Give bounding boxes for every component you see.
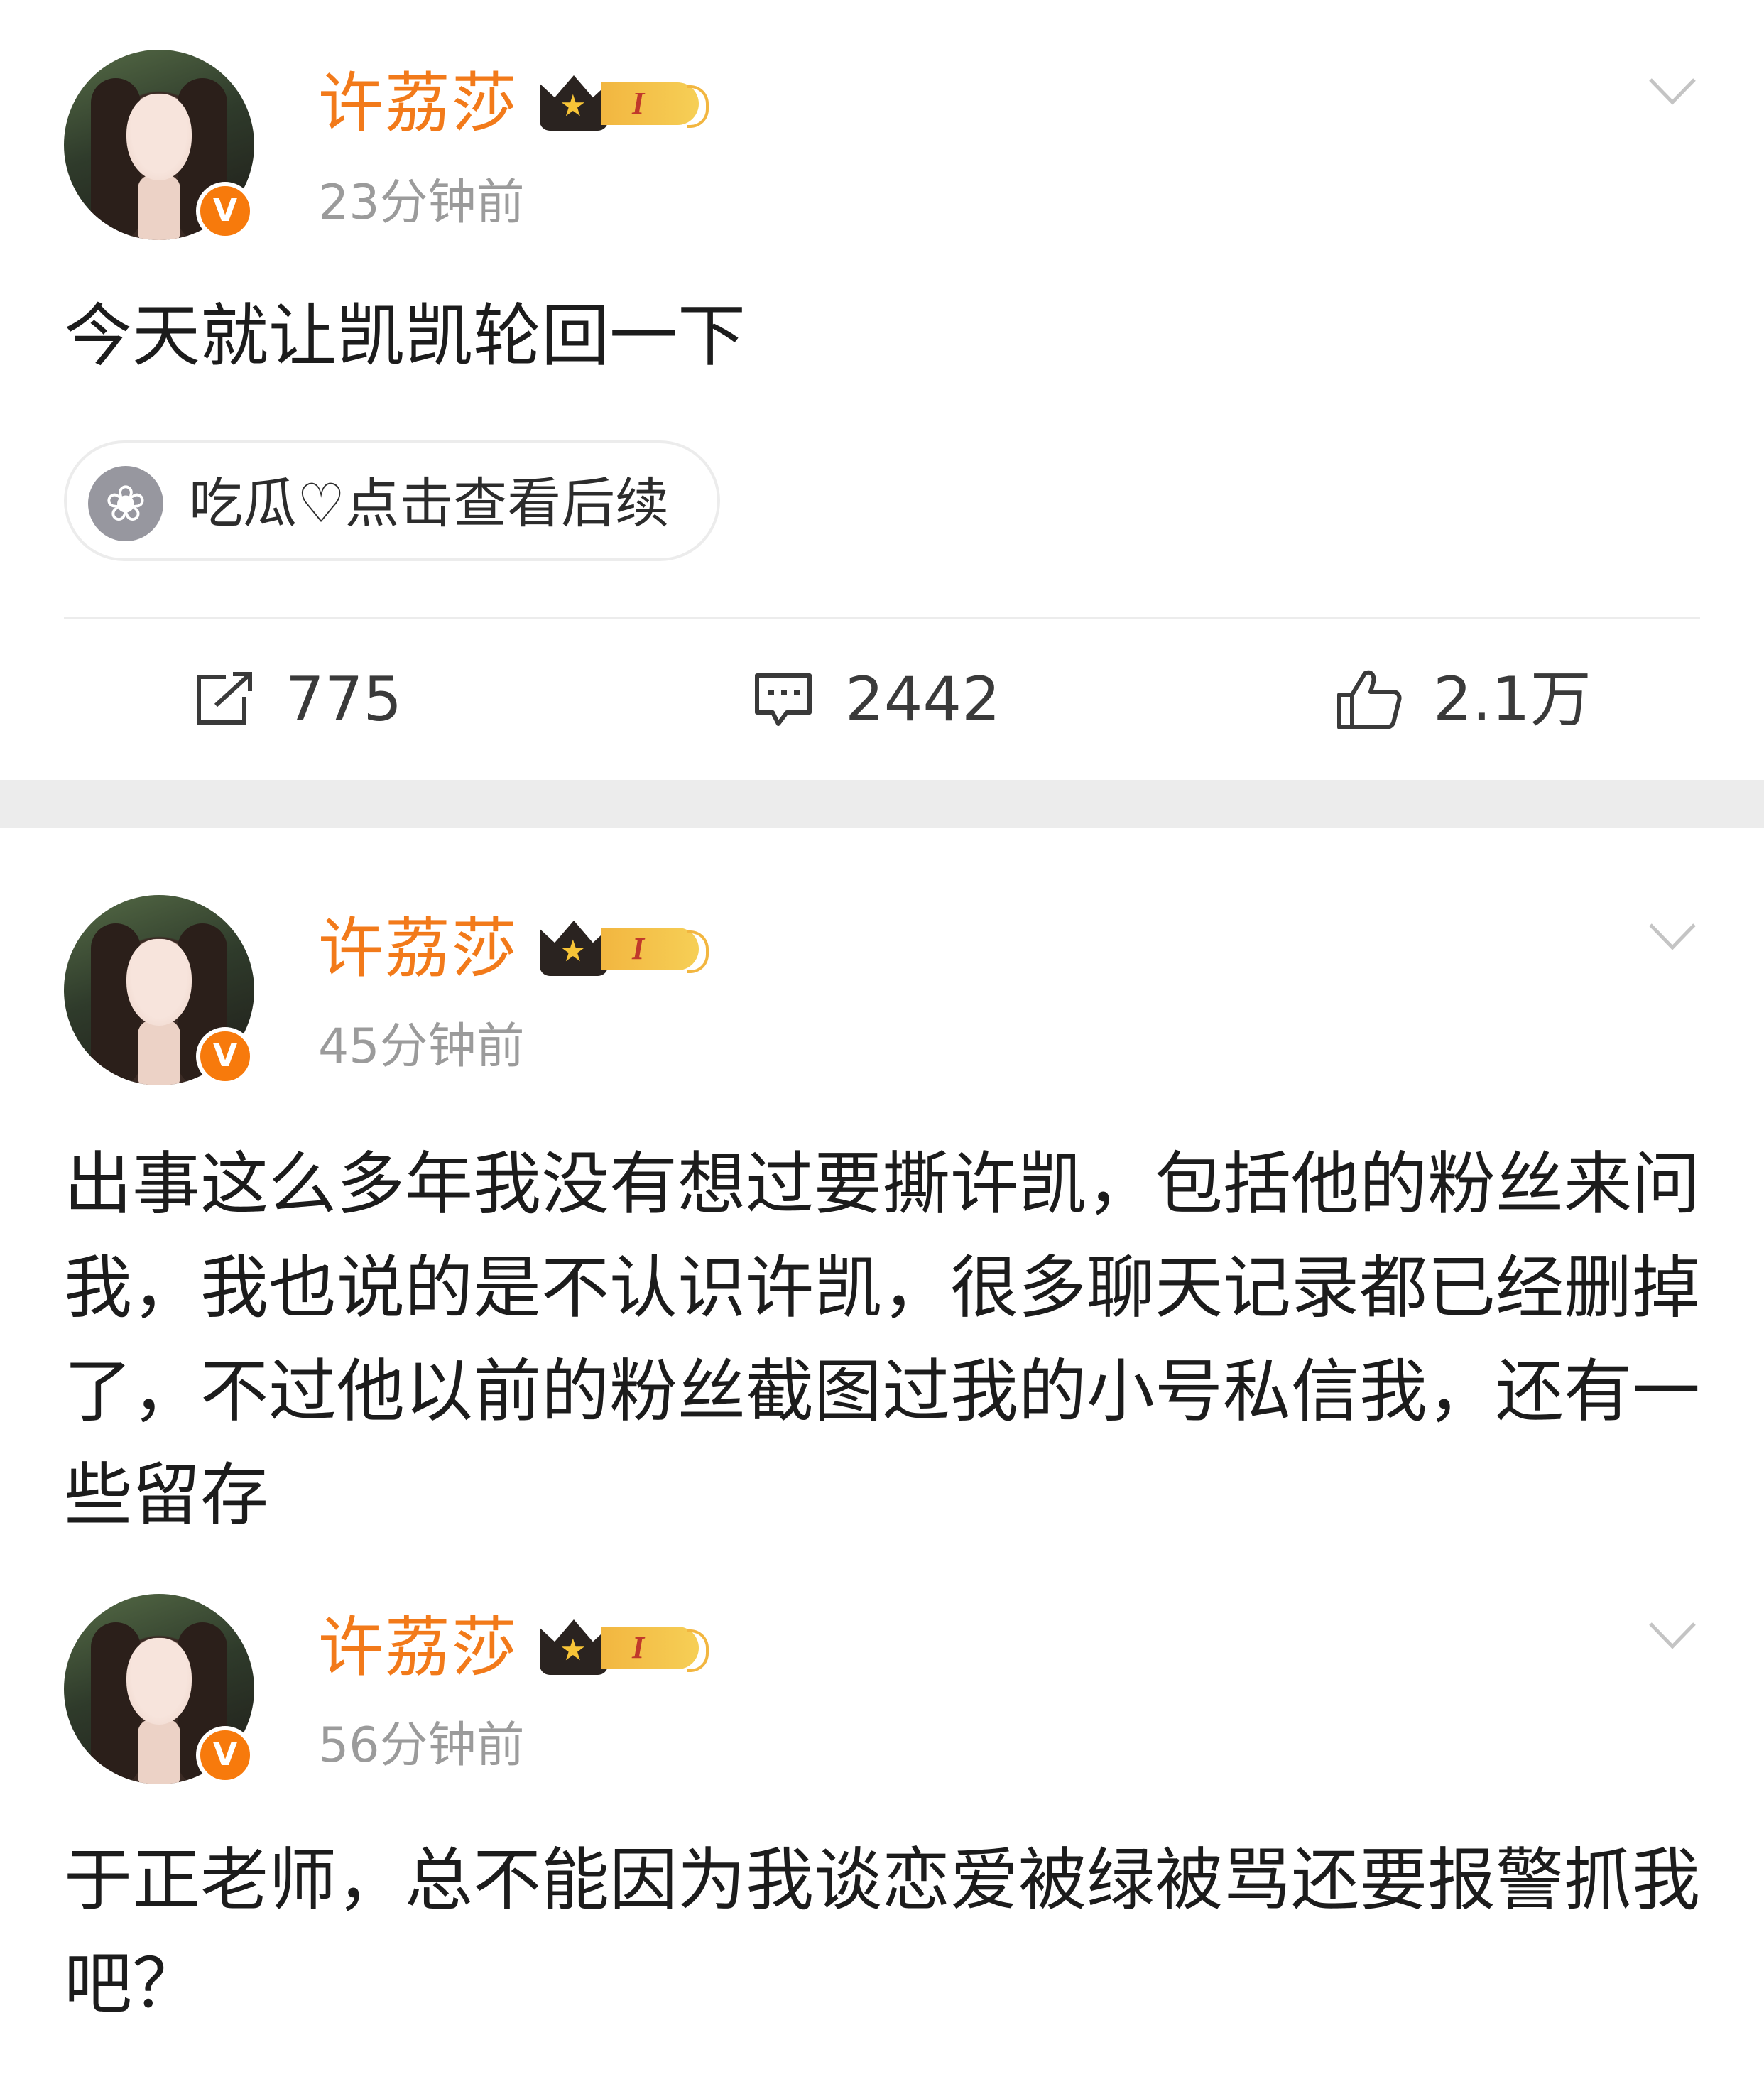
post-card: V 许荔莎 I 45分钟前 出事这么多年我没有想过要撕许凯，包括他的粉丝来问我，… <box>0 828 1764 1546</box>
member-level-label: I <box>601 82 709 128</box>
comment-icon <box>755 673 812 726</box>
verified-badge-icon: V <box>196 1027 254 1085</box>
topic-flower-icon: ❀ <box>88 466 163 541</box>
repost-button[interactable]: 775 <box>192 653 402 746</box>
author-name[interactable]: 许荔莎 <box>318 916 518 982</box>
post-card: V 许荔莎 I 23分钟前 今天就让凯凯轮回一下 ❀ 吃瓜♡点击查看后续 775… <box>0 0 1764 780</box>
author-name[interactable]: 许荔莎 <box>318 1615 518 1681</box>
member-level-label: I <box>601 1627 709 1672</box>
repost-count: 775 <box>285 664 403 735</box>
post-text: 出事这么多年我没有想过要撕许凯，包括他的粉丝来问我，我也说的是不认识许凯，很多聊… <box>64 1144 1700 1535</box>
member-level-badge[interactable]: I <box>540 916 719 980</box>
feed-separator <box>0 780 1764 828</box>
chevron-down-icon[interactable] <box>1648 75 1697 108</box>
crown-icon <box>540 921 608 976</box>
verified-badge-icon: V <box>196 182 254 240</box>
post-text: 于正老师，总不能因为我谈恋爱被绿被骂还要报警抓我吧？ <box>64 1840 1700 2024</box>
post-text: 今天就让凯凯轮回一下 <box>64 296 746 376</box>
repost-icon <box>197 672 252 725</box>
post-time: 56分钟前 <box>318 1718 525 1774</box>
chevron-down-icon[interactable] <box>1648 921 1697 953</box>
post-card: V 许荔莎 I 56分钟前 于正老师，总不能因为我谈恋爱被绿被骂还要报警抓我吧？ <box>0 1546 1764 2089</box>
member-level-label: I <box>601 928 709 973</box>
divider <box>64 617 1700 619</box>
topic-link[interactable]: ❀ 吃瓜♡点击查看后续 <box>64 440 720 561</box>
crown-icon <box>540 75 608 131</box>
thumbs-up-icon <box>1337 670 1402 729</box>
verified-badge-icon: V <box>196 1726 254 1784</box>
topic-label: 吃瓜♡点击查看后续 <box>189 472 670 535</box>
like-count: 2.1万 <box>1433 664 1591 735</box>
post-time: 23分钟前 <box>318 175 525 231</box>
member-level-badge[interactable]: I <box>540 1615 719 1679</box>
chevron-down-icon[interactable] <box>1648 1619 1697 1652</box>
like-button[interactable]: 2.1万 <box>1335 653 1591 746</box>
comment-count: 2442 <box>845 664 1001 735</box>
author-name[interactable]: 许荔莎 <box>318 71 518 136</box>
post-time: 45分钟前 <box>318 1019 525 1075</box>
crown-icon <box>540 1619 608 1675</box>
member-level-badge[interactable]: I <box>540 71 719 135</box>
comment-button[interactable]: 2442 <box>751 653 1001 746</box>
